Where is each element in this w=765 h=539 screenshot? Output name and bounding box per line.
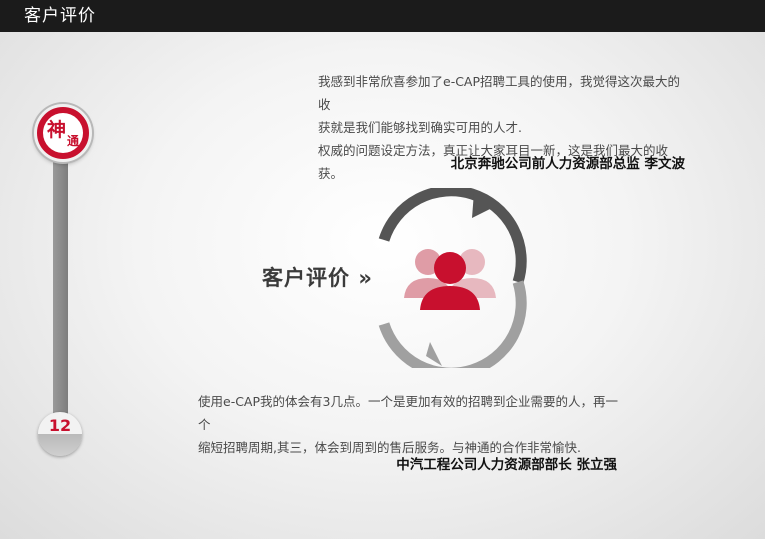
cycle-graphic (378, 188, 527, 368)
testimonial-1-line-1: 我感到非常欣喜参加了e-CAP招聘工具的使用，我觉得这次最大的收 (318, 74, 681, 112)
page-title: 客户评价 (24, 6, 96, 26)
brand-badge: 神 通 (34, 104, 92, 162)
brand-badge-inner: 神 通 (43, 113, 83, 153)
section-label: 客户评价 » (262, 262, 373, 292)
testimonial-2-author: 中汽工程公司人力资源部部长 张立强 (396, 457, 617, 473)
timeline-bar (53, 145, 68, 425)
title-bar: 客户评价 (0, 0, 765, 32)
page-number-badge: 12 (38, 412, 82, 456)
testimonial-1-author: 北京奔驰公司前人力资源部总监 李文波 (450, 156, 685, 172)
testimonial-1-line-2: 获就是我们能够找到确实可用的人才. (318, 120, 522, 135)
testimonial-2-line-1: 使用e-CAP我的体会有3几点。一个是更加有效的招聘到企业需要的人，再一个 (198, 394, 618, 432)
testimonial-2-text: 使用e-CAP我的体会有3几点。一个是更加有效的招聘到企业需要的人，再一个 缩短… (198, 390, 628, 459)
users-group-icon (404, 249, 496, 310)
brand-char-2: 通 (67, 134, 80, 148)
cycle-arrow-bottom (426, 342, 442, 366)
page-number: 12 (48, 416, 72, 435)
section-label-text: 客户评价 (262, 266, 350, 290)
brand-char-1: 神 (47, 119, 67, 141)
